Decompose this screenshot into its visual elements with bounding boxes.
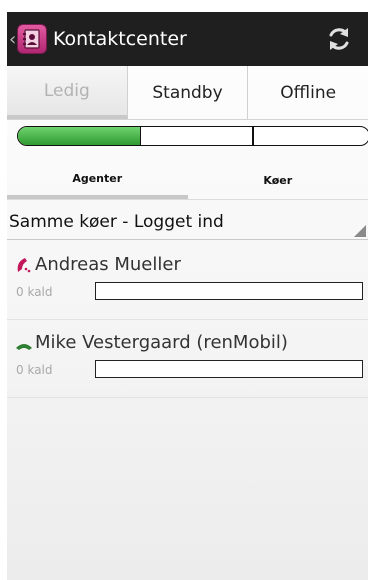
tab-agenter[interactable]: Agenter <box>7 162 188 199</box>
agent-call-count: 0 kald <box>16 363 53 377</box>
status-tabs: Ledig Standby Offline <box>7 66 368 120</box>
agent-name: Mike Vestergaard (renMobil) <box>35 332 288 353</box>
phone-busy-icon <box>17 258 31 273</box>
up-caret-icon[interactable]: ‹ <box>9 29 17 50</box>
dropdown-corner-icon <box>354 225 366 237</box>
agent-row[interactable]: Mike Vestergaard (renMobil) 0 kald <box>7 320 368 398</box>
sub-tabs: Agenter Køer <box>7 162 368 200</box>
app-title: Kontaktcenter <box>53 28 187 50</box>
agent-name: Andreas Mueller <box>35 254 181 275</box>
action-bar: ‹ Kontaktcenter <box>7 12 368 66</box>
status-progress-bar <box>17 126 368 146</box>
filter-selected-value: Samme køer - Logget ind <box>9 212 224 232</box>
screen: ‹ Kontaktcenter Ledig Standby Offline Ag… <box>7 0 368 580</box>
agent-call-count: 0 kald <box>16 285 53 299</box>
refresh-icon[interactable] <box>324 24 354 54</box>
agent-call-bar <box>95 360 363 378</box>
agent-call-bar <box>95 282 363 300</box>
status-progress-fill <box>18 127 141 145</box>
agent-row[interactable]: Andreas Mueller 0 kald <box>7 242 368 320</box>
tab-offline[interactable]: Offline <box>248 66 368 119</box>
status-segment-divider <box>252 127 254 145</box>
filter-dropdown[interactable]: Samme køer - Logget ind <box>7 204 368 240</box>
tab-standby[interactable]: Standby <box>128 66 249 119</box>
tab-koer[interactable]: Køer <box>188 162 368 199</box>
tab-ledig[interactable]: Ledig <box>7 66 128 119</box>
phone-idle-icon <box>16 344 32 350</box>
contact-book-icon[interactable] <box>17 24 47 54</box>
